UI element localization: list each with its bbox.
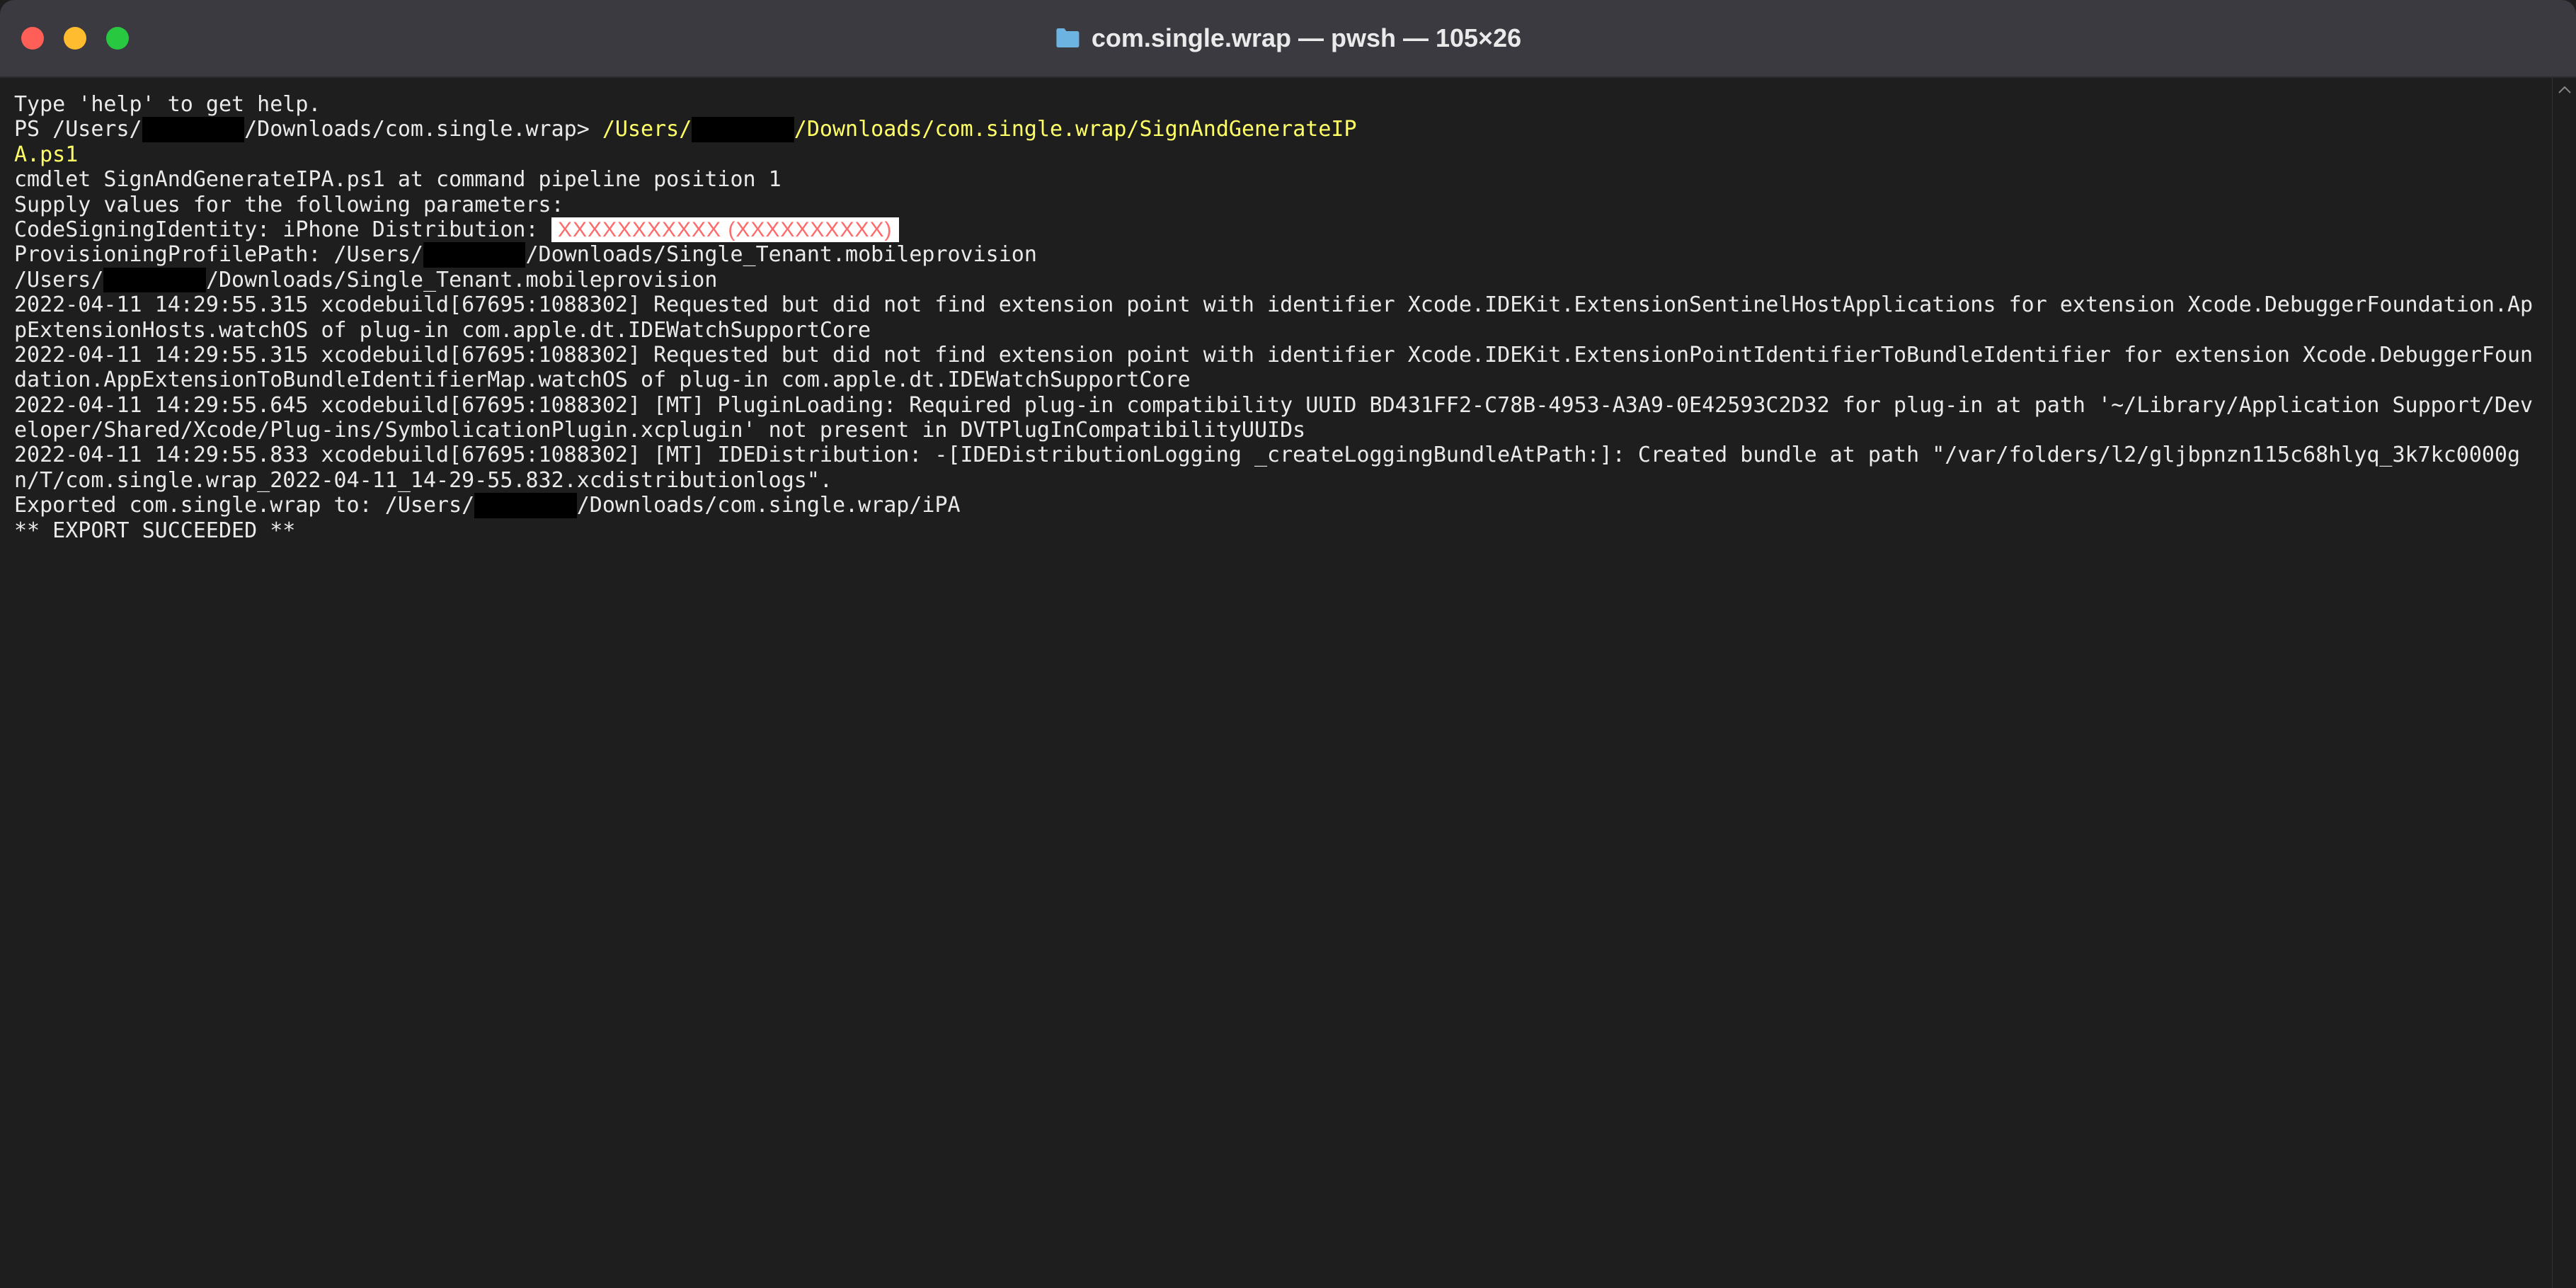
terminal-window: com.single.wrap — pwsh — 105×26 Type 'he…	[0, 0, 2576, 1288]
code-sign-redacted: XXXXXXXXXXX (XXXXXXXXXX)	[551, 217, 899, 242]
log-line-2: 2022-04-11 14:29:55.315 xcodebuild[67695…	[14, 343, 2536, 393]
prompt-prefix: PS /Users/	[14, 117, 142, 142]
user-path-suffix: /Downloads/Single_Tenant.mobileprovision	[206, 268, 717, 292]
prompt-line: PS /Users/ /Downloads/com.single.wrap> /…	[14, 117, 2536, 142]
redacted-user-4	[103, 268, 206, 292]
redacted-user-5	[474, 493, 577, 518]
export-line: Exported com.single.wrap to: /Users/ /Do…	[14, 493, 2536, 518]
title-bar[interactable]: com.single.wrap — pwsh — 105×26	[0, 0, 2576, 78]
window-title-area: com.single.wrap — pwsh — 105×26	[1055, 23, 1521, 53]
export-suffix: /Downloads/com.single.wrap/iPA	[577, 493, 961, 518]
user-path-prefix: /Users/	[14, 268, 103, 292]
minimize-button[interactable]	[64, 27, 86, 50]
maximize-button[interactable]	[106, 27, 129, 50]
export-prefix: Exported com.single.wrap to: /Users/	[14, 493, 474, 518]
supply-line: Supply values for the following paramete…	[14, 193, 2536, 217]
help-line: Type 'help' to get help.	[14, 92, 2536, 117]
folder-icon	[1055, 28, 1080, 49]
window-title-text: com.single.wrap — pwsh — 105×26	[1092, 23, 1521, 53]
command-part2: /Downloads/com.single.wrap/SignAndGenera…	[794, 117, 1357, 142]
prompt-path: /Downloads/com.single.wrap>	[244, 117, 602, 142]
command-wrap: A.ps1	[14, 142, 2536, 167]
scroll-up-icon[interactable]	[2553, 78, 2576, 102]
log-line-1: 2022-04-11 14:29:55.315 xcodebuild[67695…	[14, 292, 2536, 343]
prov-label: ProvisioningProfilePath: /Users/	[14, 242, 423, 267]
code-sign-line: CodeSigningIdentity: iPhone Distribution…	[14, 217, 2536, 242]
prov-path: /Downloads/Single_Tenant.mobileprovision	[525, 242, 1036, 267]
redacted-user-3	[423, 242, 526, 267]
log-line-4: 2022-04-11 14:29:55.833 xcodebuild[67695…	[14, 443, 2536, 493]
close-button[interactable]	[21, 27, 44, 50]
redacted-user-1	[142, 117, 245, 142]
terminal-body[interactable]: Type 'help' to get help.PS /Users/ /Down…	[0, 78, 2576, 1288]
cmdlet-line: cmdlet SignAndGenerateIPA.ps1 at command…	[14, 167, 2536, 192]
success-line: ** EXPORT SUCCEEDED **	[14, 518, 2536, 543]
redacted-user-2	[692, 117, 794, 142]
terminal-content[interactable]: Type 'help' to get help.PS /Users/ /Down…	[14, 92, 2536, 543]
user-path-line: /Users/ /Downloads/Single_Tenant.mobilep…	[14, 268, 2536, 292]
command-part1: /Users/	[602, 117, 692, 142]
traffic-lights	[21, 27, 129, 50]
code-sign-label: CodeSigningIdentity: iPhone Distribution…	[14, 217, 551, 242]
log-line-3: 2022-04-11 14:29:55.645 xcodebuild[67695…	[14, 393, 2536, 443]
prov-line: ProvisioningProfilePath: /Users/ /Downlo…	[14, 242, 2536, 267]
scrollbar[interactable]	[2552, 78, 2576, 1288]
